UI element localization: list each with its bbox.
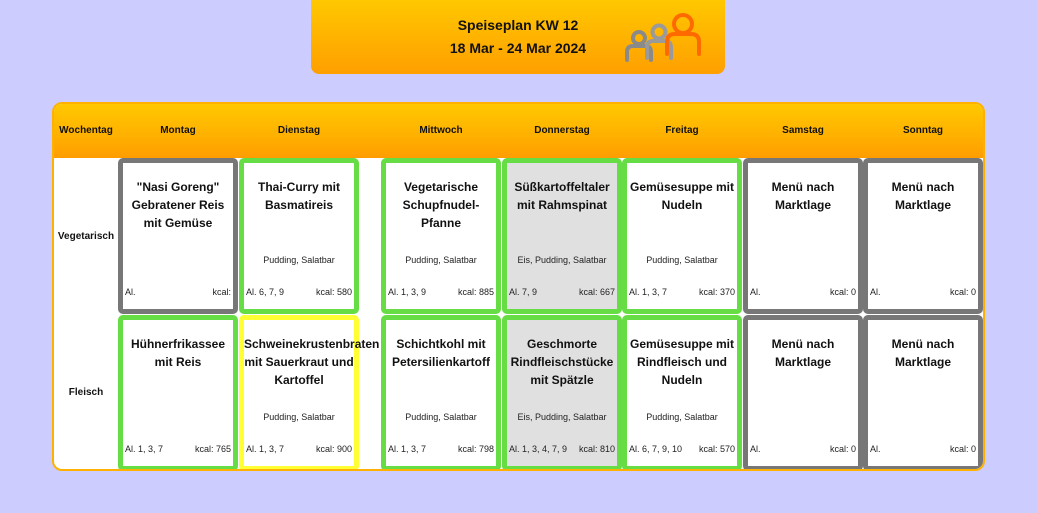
dish-name: Schweinekrustenbraten mit Sauerkraut und… [244, 337, 380, 387]
kcal-info: kcal: 0 [829, 287, 856, 297]
dish-extras: Eis, Pudding, Salatbar [517, 412, 607, 422]
dish-name: Schichtkohl mit Petersilienkartoff [391, 337, 491, 369]
kcal-info: kcal: 580 [315, 287, 352, 297]
meal-plan-table: Wochentag Montag Dienstag Mittwoch Donne… [52, 102, 985, 471]
dish-extras: Pudding, Salatbar [646, 255, 718, 265]
kcal-info: kcal: 765 [194, 444, 231, 454]
allergens-info: Al. 1, 3, 7 [388, 444, 427, 454]
allergens-info: Al. 1, 3, 7 [246, 444, 285, 454]
dish-name: Vegetarische Schupfnudel-Pfanne [402, 180, 480, 230]
menu-card[interactable]: Vegetarische Schupfnudel-Pfanne Pudding,… [381, 158, 501, 314]
dish-extras: Pudding, Salatbar [405, 255, 477, 265]
dish-name: Menü nach Marktlage [771, 180, 835, 212]
allergens-info: Al. 1, 3, 9 [388, 287, 427, 297]
menu-card[interactable]: Schweinekrustenbraten mit Sauerkraut und… [239, 315, 380, 469]
kcal-info: kcal: 570 [698, 444, 735, 454]
kcal-info: kcal: 810 [578, 444, 615, 454]
menu-card[interactable]: Hühnerfrikassee mit Reis Al. 1, 3, 7 kca… [118, 315, 238, 469]
column-header-samstag: Samstag [782, 125, 824, 136]
allergens-info: Al. [870, 444, 881, 454]
menu-card[interactable]: Menü nach Marktlage Al. kcal: 0 [863, 158, 983, 314]
dish-name: Gemüsesuppe mit Rindfleisch und Nudeln [629, 337, 735, 387]
kcal-info: kcal: 798 [457, 444, 494, 454]
allergens-info: Al. 1, 3, 4, 7, 9 [509, 444, 568, 454]
kcal-info: kcal: 370 [698, 287, 735, 297]
dish-name: Menü nach Marktlage [771, 337, 835, 369]
kcal-info: kcal: 900 [315, 444, 352, 454]
menu-card[interactable]: Menü nach Marktlage Al. kcal: 0 [743, 158, 863, 314]
table-header: Wochentag Montag Dienstag Mittwoch Donne… [54, 104, 983, 158]
plan-header: Speiseplan KW 12 18 Mar - 24 Mar 2024 [311, 0, 725, 74]
kcal-info: kcal: 667 [578, 287, 615, 297]
allergens-info: Al. [750, 287, 761, 297]
menu-card[interactable]: Menü nach Marktlage Al. kcal: 0 [863, 315, 983, 469]
menu-card[interactable]: Menü nach Marktlage Al. kcal: 0 [743, 315, 863, 469]
menu-card[interactable]: Geschmorte Rindfleischstücke mit Spätzle… [502, 315, 622, 469]
column-header-freitag: Freitag [665, 125, 699, 136]
allergens-info: Al. [125, 287, 136, 297]
column-header-sonntag: Sonntag [903, 125, 943, 136]
allergens-info: Al. 6, 7, 9 [246, 287, 285, 297]
dish-name: "Nasi Goreng" Gebratener Reis mit Gemüse [131, 180, 225, 230]
menu-card[interactable]: Gemüsesuppe mit Rindfleisch und Nudeln P… [622, 315, 742, 469]
column-header-dienstag: Dienstag [277, 125, 321, 136]
kcal-info: kcal: 885 [457, 287, 494, 297]
column-header-weekday: Wochentag [59, 125, 113, 136]
dish-name: Süßkartoffeltaler mit Rahmspinat [514, 180, 610, 212]
menu-card[interactable]: Süßkartoffeltaler mit Rahmspinat Eis, Pu… [502, 158, 622, 314]
dish-extras: Eis, Pudding, Salatbar [517, 255, 607, 265]
column-header-montag: Montag [160, 125, 196, 136]
menu-card[interactable]: Schichtkohl mit Petersilienkartoff Puddi… [381, 315, 501, 469]
dish-extras: Pudding, Salatbar [646, 412, 718, 422]
kcal-info: kcal: 0 [949, 287, 976, 297]
allergens-info: Al. 1, 3, 7 [125, 444, 164, 454]
allergens-info: Al. 7, 9 [509, 287, 538, 297]
dish-extras: Pudding, Salatbar [263, 255, 335, 265]
menu-card[interactable]: Gemüsesuppe mit Nudeln Pudding, Salatbar… [622, 158, 742, 314]
column-header-mittwoch: Mittwoch [419, 125, 463, 136]
kcal-info: kcal: 0 [829, 444, 856, 454]
allergens-info: Al. [750, 444, 761, 454]
dish-name: Menü nach Marktlage [891, 180, 955, 212]
dish-name: Menü nach Marktlage [891, 337, 955, 369]
people-group-icon [625, 13, 701, 62]
dish-extras: Pudding, Salatbar [405, 412, 477, 422]
dish-name: Thai-Curry mit Basmatireis [257, 180, 340, 212]
dish-extras: Pudding, Salatbar [263, 412, 335, 422]
kcal-info: kcal: 0 [949, 444, 976, 454]
allergens-info: Al. 1, 3, 7 [629, 287, 668, 297]
dish-name: Geschmorte Rindfleischstücke mit Spätzle [510, 337, 614, 387]
menu-card[interactable]: "Nasi Goreng" Gebratener Reis mit Gemüse… [118, 158, 238, 314]
column-header-donnerstag: Donnerstag [534, 125, 590, 136]
allergens-info: Al. [870, 287, 881, 297]
allergens-info: Al. 6, 7, 9, 10 [629, 444, 683, 454]
kcal-info: kcal: [212, 287, 231, 297]
row-label-vegetarisch: Vegetarisch [57, 231, 115, 242]
menu-card[interactable]: Thai-Curry mit Basmatireis Pudding, Sala… [239, 158, 359, 314]
dish-name: Gemüsesuppe mit Nudeln [629, 180, 735, 212]
dish-name: Hühnerfrikassee mit Reis [130, 337, 226, 369]
row-label-fleisch: Fleisch [68, 387, 104, 398]
